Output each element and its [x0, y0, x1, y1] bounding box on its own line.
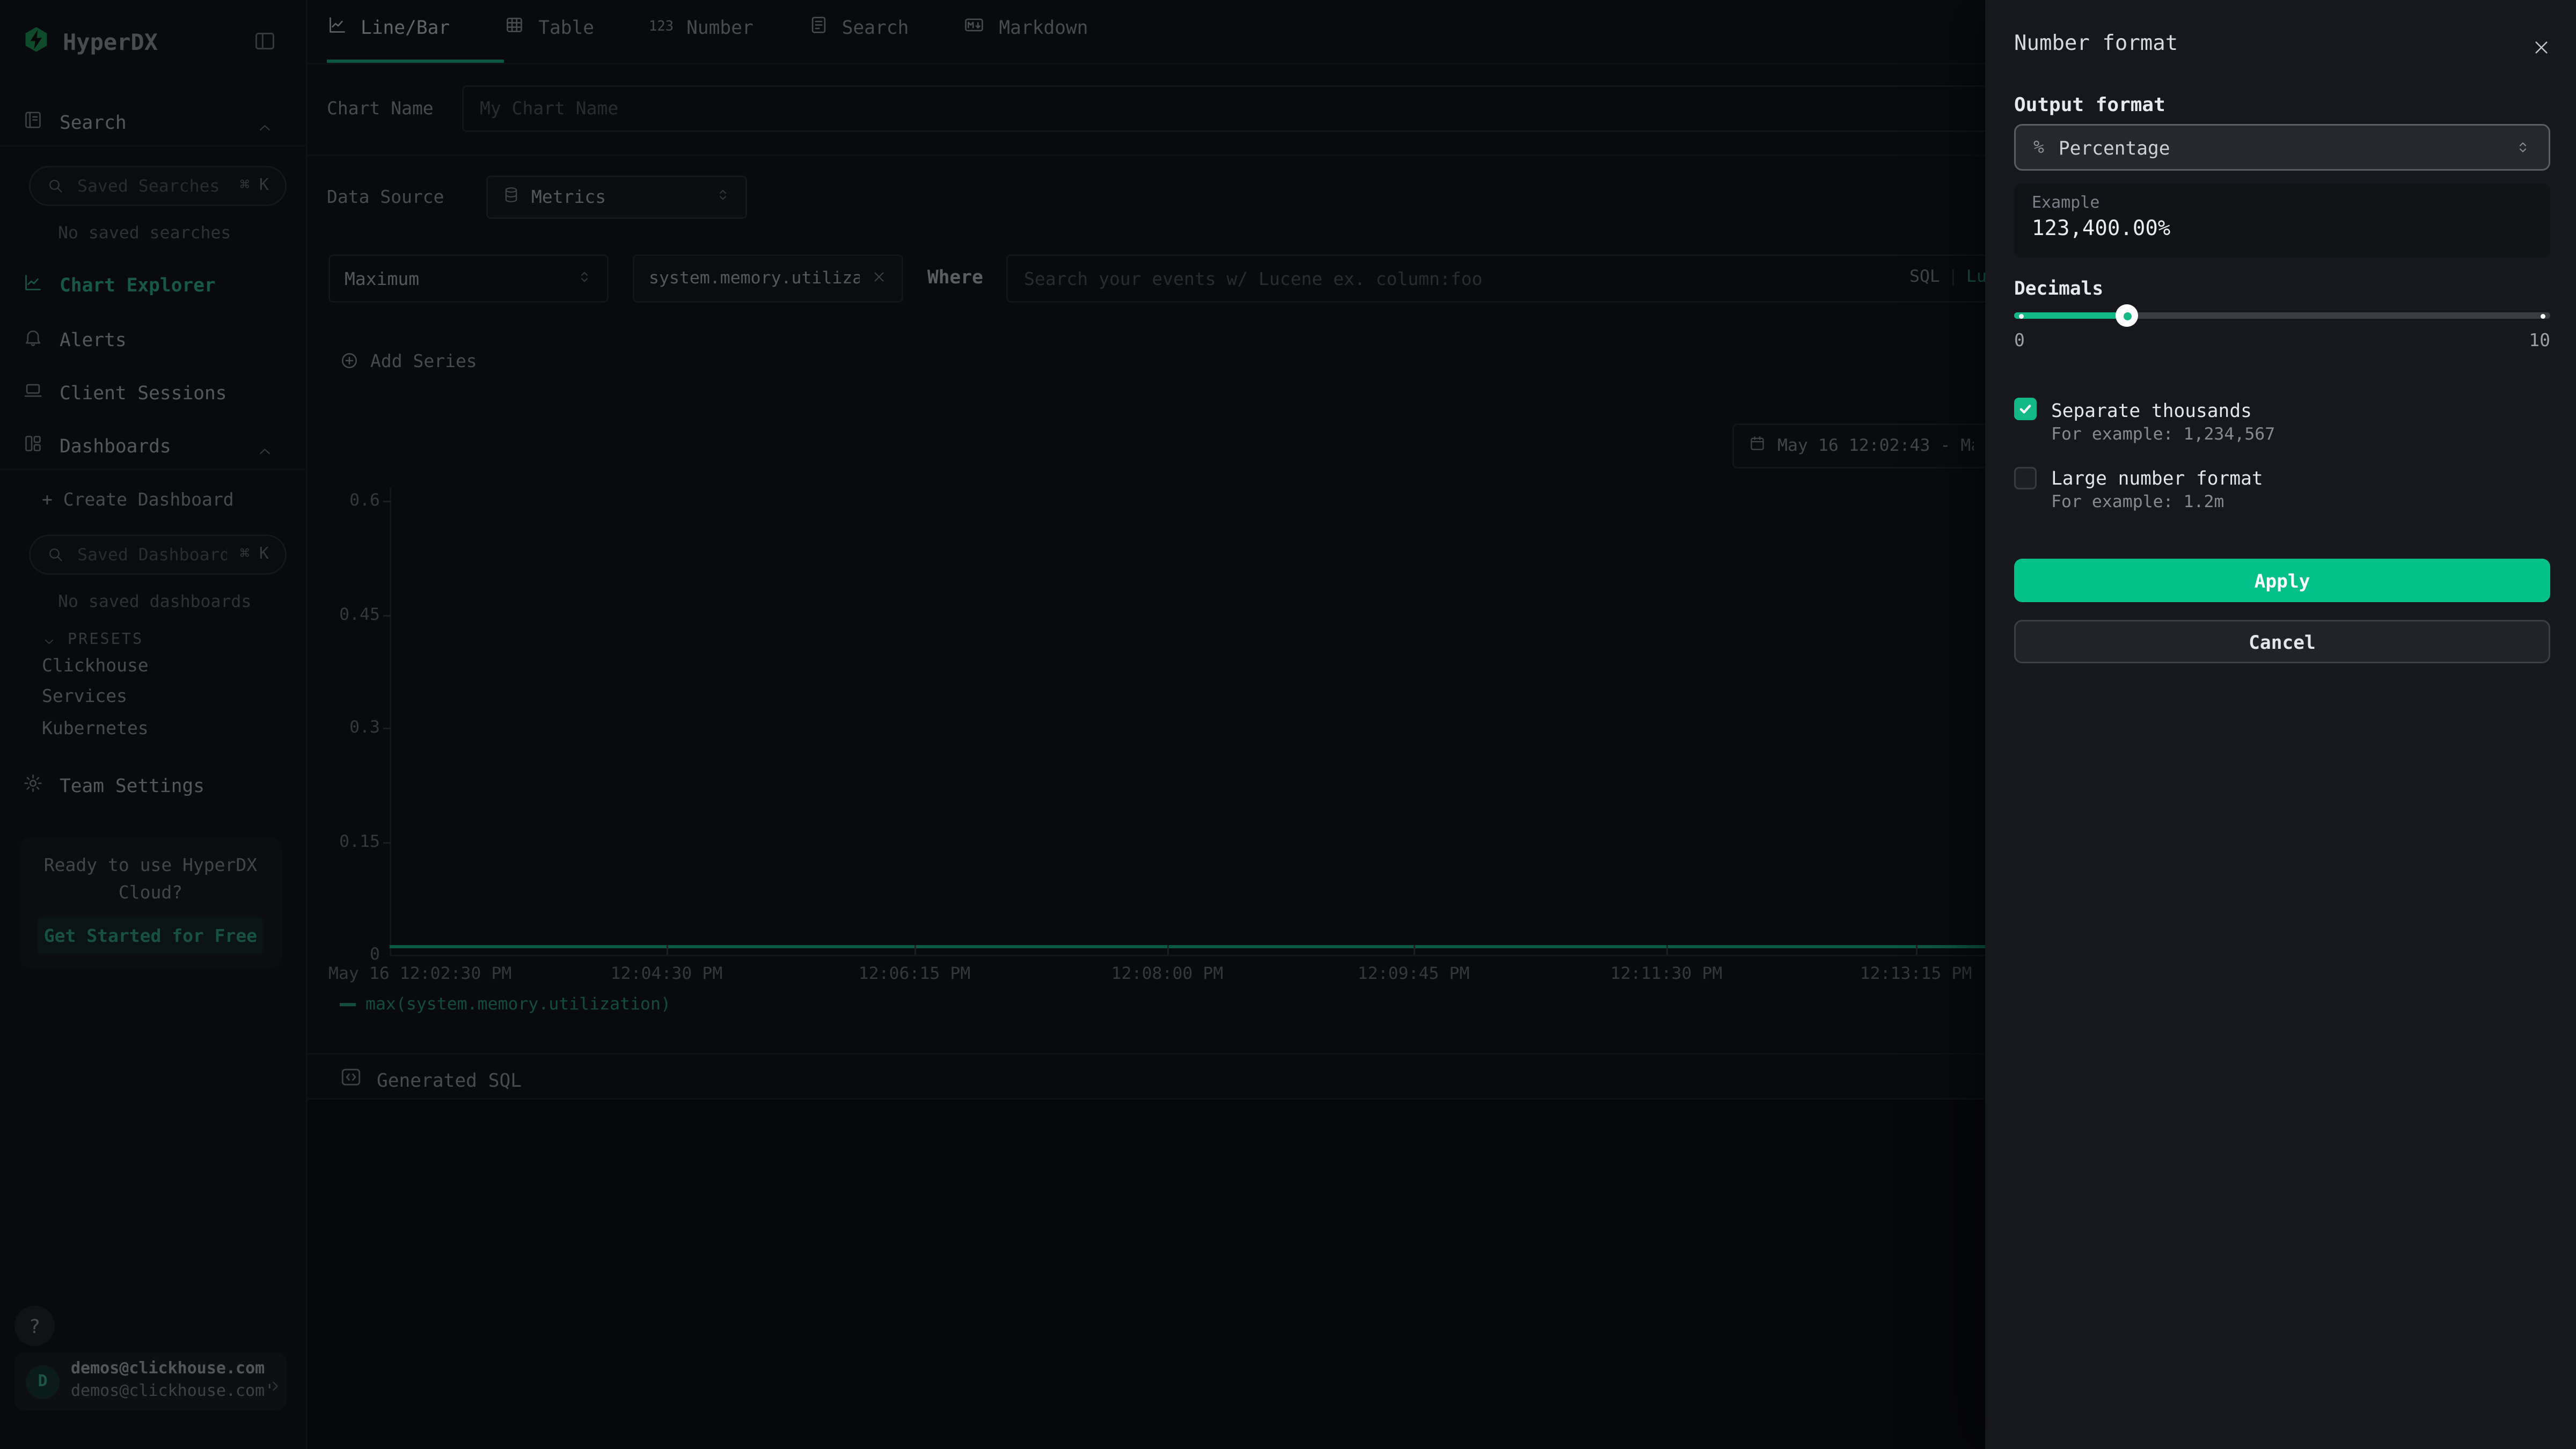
apply-button[interactable]: Apply: [2014, 559, 2550, 602]
close-icon[interactable]: [2531, 34, 2552, 64]
output-format-value: Percentage: [2059, 136, 2500, 159]
panel-title: Number format: [2014, 32, 2178, 56]
slider-fill: [2014, 312, 2127, 319]
large-number-hint: For example: 1.2m: [2051, 493, 2224, 512]
app-root: Line/Bar Table 123 Number Search Markdow…: [0, 0, 2576, 1449]
slider-max-label: 10: [2014, 330, 2550, 351]
chevron-updown-icon: [2515, 132, 2531, 163]
example-label: Example: [2032, 195, 2533, 213]
decimals-slider[interactable]: [2014, 303, 2550, 328]
large-number-checkbox[interactable]: [2014, 467, 2036, 489]
large-number-label[interactable]: Large number format: [2051, 467, 2263, 489]
number-format-panel: Number format Output format % Percentage…: [1985, 0, 2576, 1449]
slider-handle[interactable]: [2116, 304, 2138, 327]
separate-thousands-label[interactable]: Separate thousands: [2051, 399, 2252, 422]
slider-handle-dot: [2123, 312, 2131, 320]
separate-thousands-checkbox[interactable]: [2014, 398, 2036, 420]
percent-icon: %: [2033, 137, 2044, 158]
example-box: Example 123,400.00%: [2014, 184, 2550, 258]
output-format-select[interactable]: % Percentage: [2014, 124, 2550, 171]
output-format-label: Output format: [2014, 93, 2165, 116]
modal-backdrop[interactable]: [0, 0, 1985, 1449]
separate-thousands-hint: For example: 1,234,567: [2051, 425, 2275, 444]
decimals-label: Decimals: [2014, 277, 2103, 299]
example-value: 123,400.00%: [2032, 217, 2533, 241]
cancel-button[interactable]: Cancel: [2014, 620, 2550, 663]
check-icon: [2017, 393, 2033, 424]
